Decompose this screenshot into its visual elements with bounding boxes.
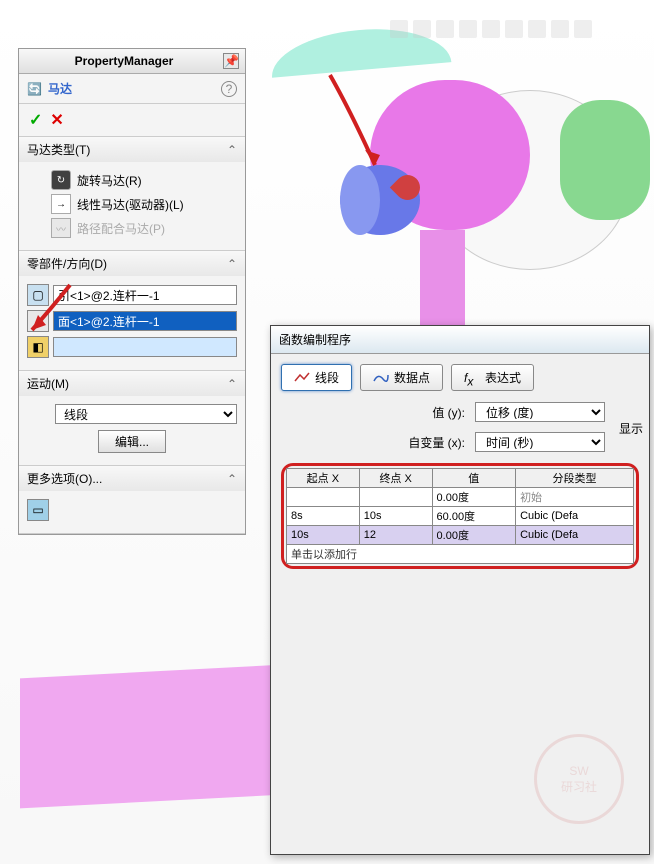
toolbar-icon[interactable] [505, 20, 523, 38]
pin-icon[interactable]: 📌 [223, 53, 239, 69]
blue-cylinder-end [340, 165, 380, 235]
face-selection-row-1: ▢ [27, 284, 237, 306]
linear-label: 线性马达(驱动器)(L) [77, 196, 184, 213]
indep-combo[interactable]: 时间 (秒) [475, 432, 605, 452]
more-options-section: 更多选项(O)... ⌃ ▭ [19, 466, 245, 534]
cancel-button[interactable]: ✕ [50, 110, 63, 130]
watermark-stamp: SW 研习社 [534, 734, 624, 824]
direction-selection-row: ↗ [27, 310, 237, 332]
datapoints-icon [373, 371, 389, 385]
pm-feature-title: 马达 [48, 80, 215, 97]
value-label: 值 (y): [432, 404, 465, 421]
viewport-toolbar [390, 20, 592, 38]
toolbar-icon[interactable] [574, 20, 592, 38]
indep-var-row: 自变量 (x): 时间 (秒) [271, 427, 649, 457]
table-row[interactable]: 0.00度 初始 [287, 488, 634, 507]
motion-section: 运动(M) ⌃ 线段 编辑... [19, 371, 245, 466]
rotary-motor-option[interactable]: ↻ 旋转马达(R) [51, 170, 237, 190]
motion-header[interactable]: 运动(M) ⌃ [19, 371, 245, 396]
chevron-up-icon: ⌃ [227, 472, 237, 486]
more-options-row: ▭ [27, 499, 237, 521]
toolbar-icon[interactable] [390, 20, 408, 38]
direction-input[interactable] [53, 311, 237, 331]
table-row-selected[interactable]: 10s 12 0.00度 Cubic (Defa [287, 526, 634, 545]
dialog-titlebar[interactable]: 函数编制程序 [271, 326, 649, 354]
tab-label: 线段 [315, 369, 339, 386]
edit-button[interactable]: 编辑... [98, 430, 166, 453]
segment-tab[interactable]: 线段 [281, 364, 352, 391]
toolbar-icon[interactable] [528, 20, 546, 38]
pm-confirm-buttons: ✓ ✕ [19, 104, 245, 137]
segment-icon [294, 371, 310, 385]
component-dir-header[interactable]: 零部件/方向(D) ⌃ [19, 251, 245, 276]
chevron-up-icon: ⌃ [227, 377, 237, 391]
pm-header: PropertyManager 📌 [19, 49, 245, 74]
expression-tab[interactable]: fx 表达式 [451, 364, 534, 391]
col-value: 值 [432, 469, 516, 488]
value-row: 值 (y): 位移 (度) [271, 397, 649, 427]
toolbar-icon[interactable] [413, 20, 431, 38]
indep-label: 自变量 (x): [408, 434, 465, 451]
section-title: 更多选项(O)... [27, 470, 102, 487]
tab-label: 数据点 [394, 369, 430, 386]
face-input-1[interactable] [53, 285, 237, 305]
function-tabs: 线段 数据点 fx 表达式 [271, 354, 649, 397]
path-label: 路径配合马达(P) [77, 220, 165, 237]
col-segment-type: 分段类型 [516, 469, 634, 488]
col-start-x: 起点 X [287, 469, 360, 488]
tab-label: 表达式 [485, 369, 521, 386]
display-label: 显示 [619, 420, 643, 437]
component-direction-section: 零部件/方向(D) ⌃ ▢ ↗ ◧ [19, 251, 245, 371]
toolbar-icon[interactable] [436, 20, 454, 38]
rotary-label: 旋转马达(R) [77, 172, 142, 189]
more-options-header[interactable]: 更多选项(O)... ⌃ [19, 466, 245, 491]
pm-header-title: PropertyManager [25, 54, 223, 68]
load-bearing-icon[interactable]: ▭ [27, 499, 49, 521]
linear-icon: → [51, 194, 71, 214]
table-row[interactable]: 8s 10s 60.00度 Cubic (Defa [287, 507, 634, 526]
component-icon[interactable]: ◧ [27, 336, 49, 358]
toolbar-icon[interactable] [459, 20, 477, 38]
add-row[interactable]: 单击以添加行 [287, 545, 634, 564]
table-header-row: 起点 X 终点 X 值 分段类型 [287, 469, 634, 488]
col-end-x: 终点 X [359, 469, 432, 488]
segment-table[interactable]: 起点 X 终点 X 值 分段类型 0.00度 初始 8s 10s 60.00度 [286, 468, 634, 564]
face-icon[interactable]: ▢ [27, 284, 49, 306]
green-shape [560, 100, 650, 220]
expression-icon: fx [464, 371, 480, 385]
motor-type-section: 马达类型(T) ⌃ ↻ 旋转马达(R) → 线性马达(驱动器)(L) 〰 路径配… [19, 137, 245, 251]
path-motor-option[interactable]: 〰 路径配合马达(P) [51, 218, 237, 238]
ok-button[interactable]: ✓ [29, 110, 42, 130]
linear-motor-option[interactable]: → 线性马达(驱动器)(L) [51, 194, 237, 214]
help-icon[interactable]: ? [221, 81, 237, 97]
component-selection-row: ◧ [27, 336, 237, 358]
toolbar-icon[interactable] [482, 20, 500, 38]
reverse-direction-icon[interactable]: ↗ [27, 310, 49, 332]
rotary-icon: ↻ [51, 170, 71, 190]
motor-type-header[interactable]: 马达类型(T) ⌃ [19, 137, 245, 162]
dialog-title: 函数编制程序 [279, 333, 351, 347]
section-title: 马达类型(T) [27, 141, 90, 158]
motor-icon: 🔄 [27, 82, 42, 96]
property-manager-panel: PropertyManager 📌 🔄 马达 ? ✓ ✕ 马达类型(T) ⌃ ↻… [18, 48, 246, 535]
segment-table-highlight: 起点 X 终点 X 值 分段类型 0.00度 初始 8s 10s 60.00度 [281, 463, 639, 569]
chevron-up-icon: ⌃ [227, 257, 237, 271]
datapoints-tab[interactable]: 数据点 [360, 364, 443, 391]
section-title: 零部件/方向(D) [27, 255, 107, 272]
component-input[interactable] [53, 337, 237, 357]
section-title: 运动(M) [27, 375, 69, 392]
toolbar-icon[interactable] [551, 20, 569, 38]
chevron-up-icon: ⌃ [227, 143, 237, 157]
motion-type-select[interactable]: 线段 [55, 404, 237, 424]
path-icon: 〰 [51, 218, 71, 238]
pm-feature-row: 🔄 马达 ? [19, 74, 245, 104]
value-combo[interactable]: 位移 (度) [475, 402, 605, 422]
